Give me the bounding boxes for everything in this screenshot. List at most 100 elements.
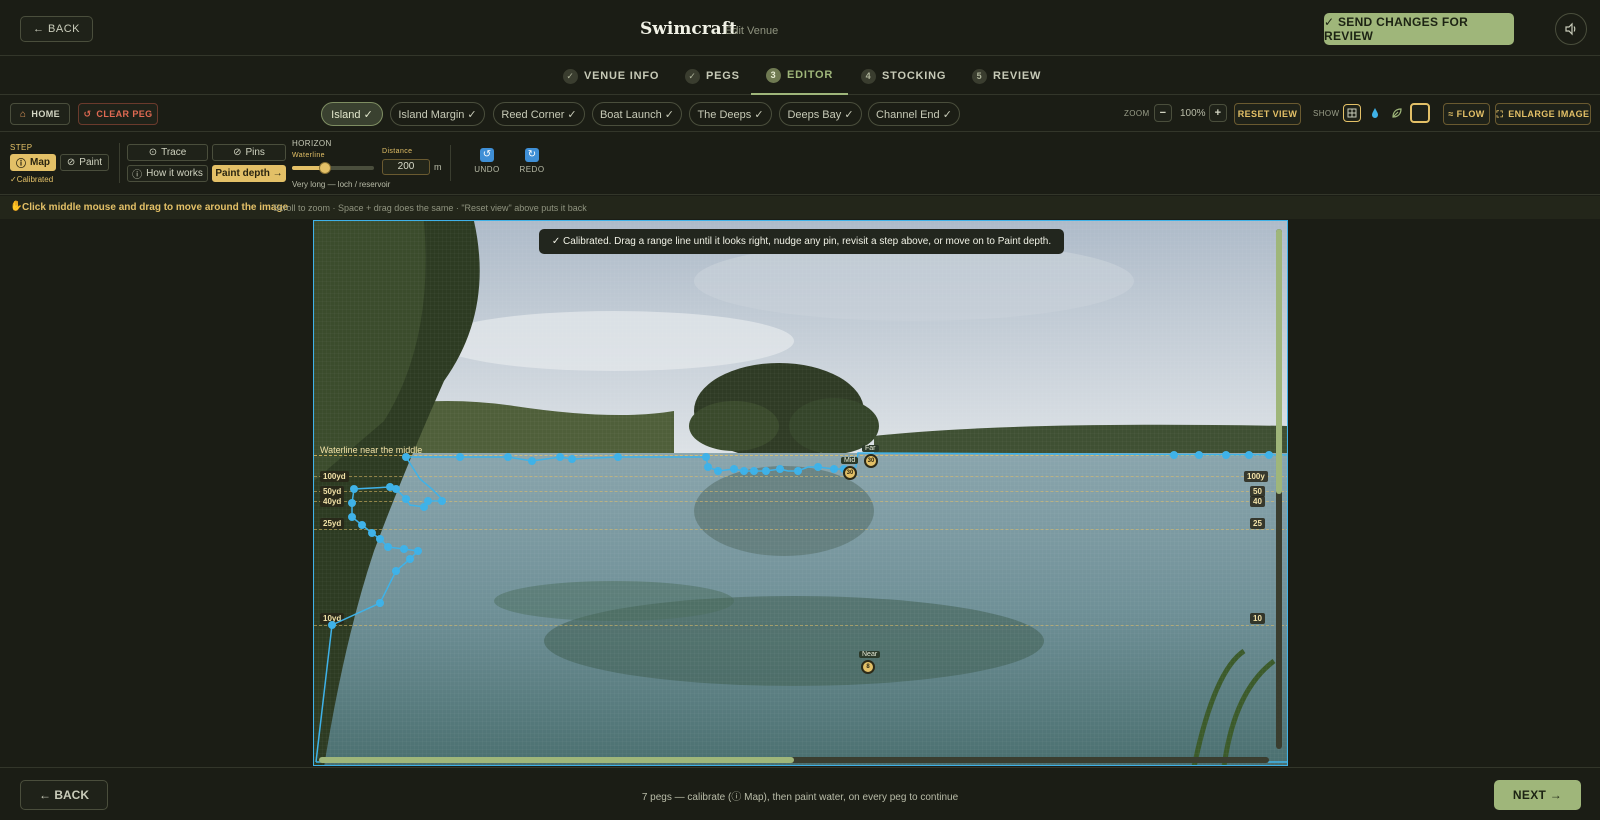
how-label: How it works [146, 168, 203, 179]
tab-venue-info[interactable]: ✓ VENUE INFO [563, 57, 659, 95]
footer-bar: ← BACK 7 pegs — calibrate (ⓘ Map), then … [0, 767, 1600, 820]
calibrated-status: ✓Calibrated [10, 175, 54, 184]
step-check-icon: ✓ [685, 68, 700, 84]
photo-canvas[interactable]: Waterline near the middle 100yd 50yd 40y… [313, 220, 1288, 766]
pin-icon: ⊘ [233, 147, 242, 158]
pin-label: Mid [841, 457, 859, 464]
paint-step-button[interactable]: ⊘ Paint [60, 154, 109, 171]
tab-pegs[interactable]: ✓ PEGS [685, 57, 740, 95]
back-button[interactable]: ← BACK [20, 16, 93, 42]
control-divider [119, 143, 120, 183]
hand-icon: ✋ [10, 201, 23, 212]
enlarge-label: ENLARGE IMAGE [1508, 109, 1590, 119]
drop-icon [1372, 108, 1378, 118]
peg-chip-reed-corner[interactable]: Reed Corner ✓ [493, 102, 585, 126]
distance-input[interactable]: 200 [382, 159, 430, 175]
pin-label: Far [862, 445, 879, 452]
depth-toggle[interactable] [1368, 106, 1382, 120]
undo-label: UNDO [474, 165, 500, 174]
pins-label: Pins [245, 147, 265, 158]
undo-icon: ↺ [480, 148, 494, 162]
reset-view-button[interactable]: RESET VIEW [1234, 103, 1301, 125]
hint-detail: Scroll to zoom · Space + drag does the s… [273, 203, 587, 213]
scrollbar-thumb[interactable] [319, 757, 794, 763]
how-it-works-button[interactable]: ⓘ How it works [127, 165, 208, 182]
redo-button[interactable]: ↻ REDO [517, 148, 547, 180]
pin-mid[interactable]: Mid 30 [841, 457, 859, 480]
step-label: STOCKING [882, 70, 947, 82]
undo-button[interactable]: ↺ UNDO [473, 148, 501, 180]
brand-logo: Swimcraft [640, 19, 737, 39]
peg-chip-island[interactable]: Island ✓ [321, 102, 383, 126]
show-box-toggle[interactable] [1410, 103, 1430, 123]
paint-depth-button[interactable]: Paint depth → [212, 165, 286, 182]
enlarge-image-button[interactable]: ⛶ ENLARGE IMAGE [1495, 103, 1591, 125]
pins-button[interactable]: ⊘ Pins [212, 144, 286, 161]
step-number: 3 [766, 67, 781, 83]
pin-marker[interactable]: 8 [861, 660, 875, 674]
pin-marker[interactable]: 30 [864, 454, 878, 468]
step-label: STEP [10, 143, 33, 152]
home-label: HOME [31, 109, 61, 119]
step-number: 5 [972, 68, 987, 84]
send-changes-button[interactable]: ✓ SEND CHANGES FOR REVIEW [1324, 13, 1514, 45]
horizon-note: Very long — loch / reservoir [292, 180, 391, 189]
zoom-out-button[interactable]: − [1154, 104, 1172, 122]
tab-review[interactable]: 5 REVIEW [972, 57, 1041, 95]
control-divider [450, 145, 451, 181]
expand-icon: ⛶ [1496, 108, 1504, 119]
waterline-label: Waterline [292, 152, 325, 159]
target-icon: ⊙ [148, 147, 158, 158]
slider-thumb[interactable] [318, 162, 331, 174]
redo-icon: ↻ [525, 148, 539, 162]
step-label: EDITOR [787, 69, 834, 81]
trace-button[interactable]: ⊙ Trace [127, 144, 208, 161]
map-step-button[interactable]: ⓘ Map [10, 154, 56, 171]
horizon-label: HORIZON [292, 139, 332, 148]
sound-toggle-button[interactable] [1555, 13, 1587, 45]
page-subtitle: Edit Venue [725, 25, 779, 37]
peg-chip-boat-launch[interactable]: Boat Launch ✓ [592, 102, 682, 126]
home-icon: ⌂ [19, 108, 27, 120]
zoom-label: ZOOM [1124, 109, 1150, 118]
reset-icon: ↺ [83, 108, 92, 119]
pin-near[interactable]: Near 8 [859, 651, 881, 674]
traced-water-outline[interactable] [314, 221, 1288, 766]
wind-toggle[interactable] [1390, 106, 1404, 120]
pin-marker[interactable]: 30 [843, 466, 857, 480]
zoom-value: 100% [1180, 108, 1206, 119]
waterline-slider[interactable] [292, 162, 374, 174]
tab-editor[interactable]: 3 EDITOR [751, 57, 849, 95]
paint-label: Paint [79, 157, 103, 168]
leaf-icon [1392, 108, 1402, 118]
brush-icon: ⊘ [66, 157, 76, 168]
footer-status: 7 pegs — calibrate (ⓘ Map), then paint w… [641, 792, 959, 803]
home-button[interactable]: ⌂ HOME [10, 103, 70, 125]
flow-button[interactable]: ≈ FLOW [1443, 103, 1490, 125]
distance-unit: m [434, 162, 442, 172]
peg-chip-the-deeps[interactable]: The Deeps ✓ [689, 102, 772, 126]
scrollbar-thumb[interactable] [1276, 229, 1282, 494]
editor-controls: STEP ⓘ Map ⊘ Paint ✓Calibrated ⊙ Trace ⊘… [0, 133, 1600, 195]
peg-chip-deeps-bay[interactable]: Deeps Bay ✓ [779, 102, 862, 126]
peg-chip-channel-end[interactable]: Channel End ✓ [868, 102, 960, 126]
pin-far[interactable]: Far 30 [862, 445, 879, 468]
info-icon: ⓘ [16, 159, 26, 170]
clear-peg-label: CLEAR PEG [96, 109, 153, 119]
top-bar: ← BACK Swimcraft Edit Venue ✓ SEND CHANG… [0, 0, 1600, 56]
step-label: REVIEW [993, 70, 1042, 82]
step-label: PEGS [706, 70, 740, 82]
peg-chip-island-margin[interactable]: Island Margin ✓ [390, 102, 485, 126]
speaker-icon [1565, 22, 1576, 36]
show-grid-toggle[interactable] [1343, 104, 1361, 122]
vertical-scrollbar[interactable] [1276, 229, 1282, 749]
map-label: Map [30, 157, 50, 168]
zoom-in-button[interactable]: + [1209, 104, 1227, 122]
next-button[interactable]: NEXT → [1494, 780, 1581, 810]
distance-label: Distance [382, 148, 413, 155]
horizontal-scrollbar[interactable] [319, 757, 1269, 763]
clear-peg-button[interactable]: ↺ CLEAR PEG [78, 103, 158, 125]
tab-stocking[interactable]: 4 STOCKING [861, 57, 946, 95]
show-label: SHOW [1313, 109, 1340, 118]
step-navigation: ✓ VENUE INFO ✓ PEGS 3 EDITOR 4 STOCKING … [0, 57, 1600, 95]
